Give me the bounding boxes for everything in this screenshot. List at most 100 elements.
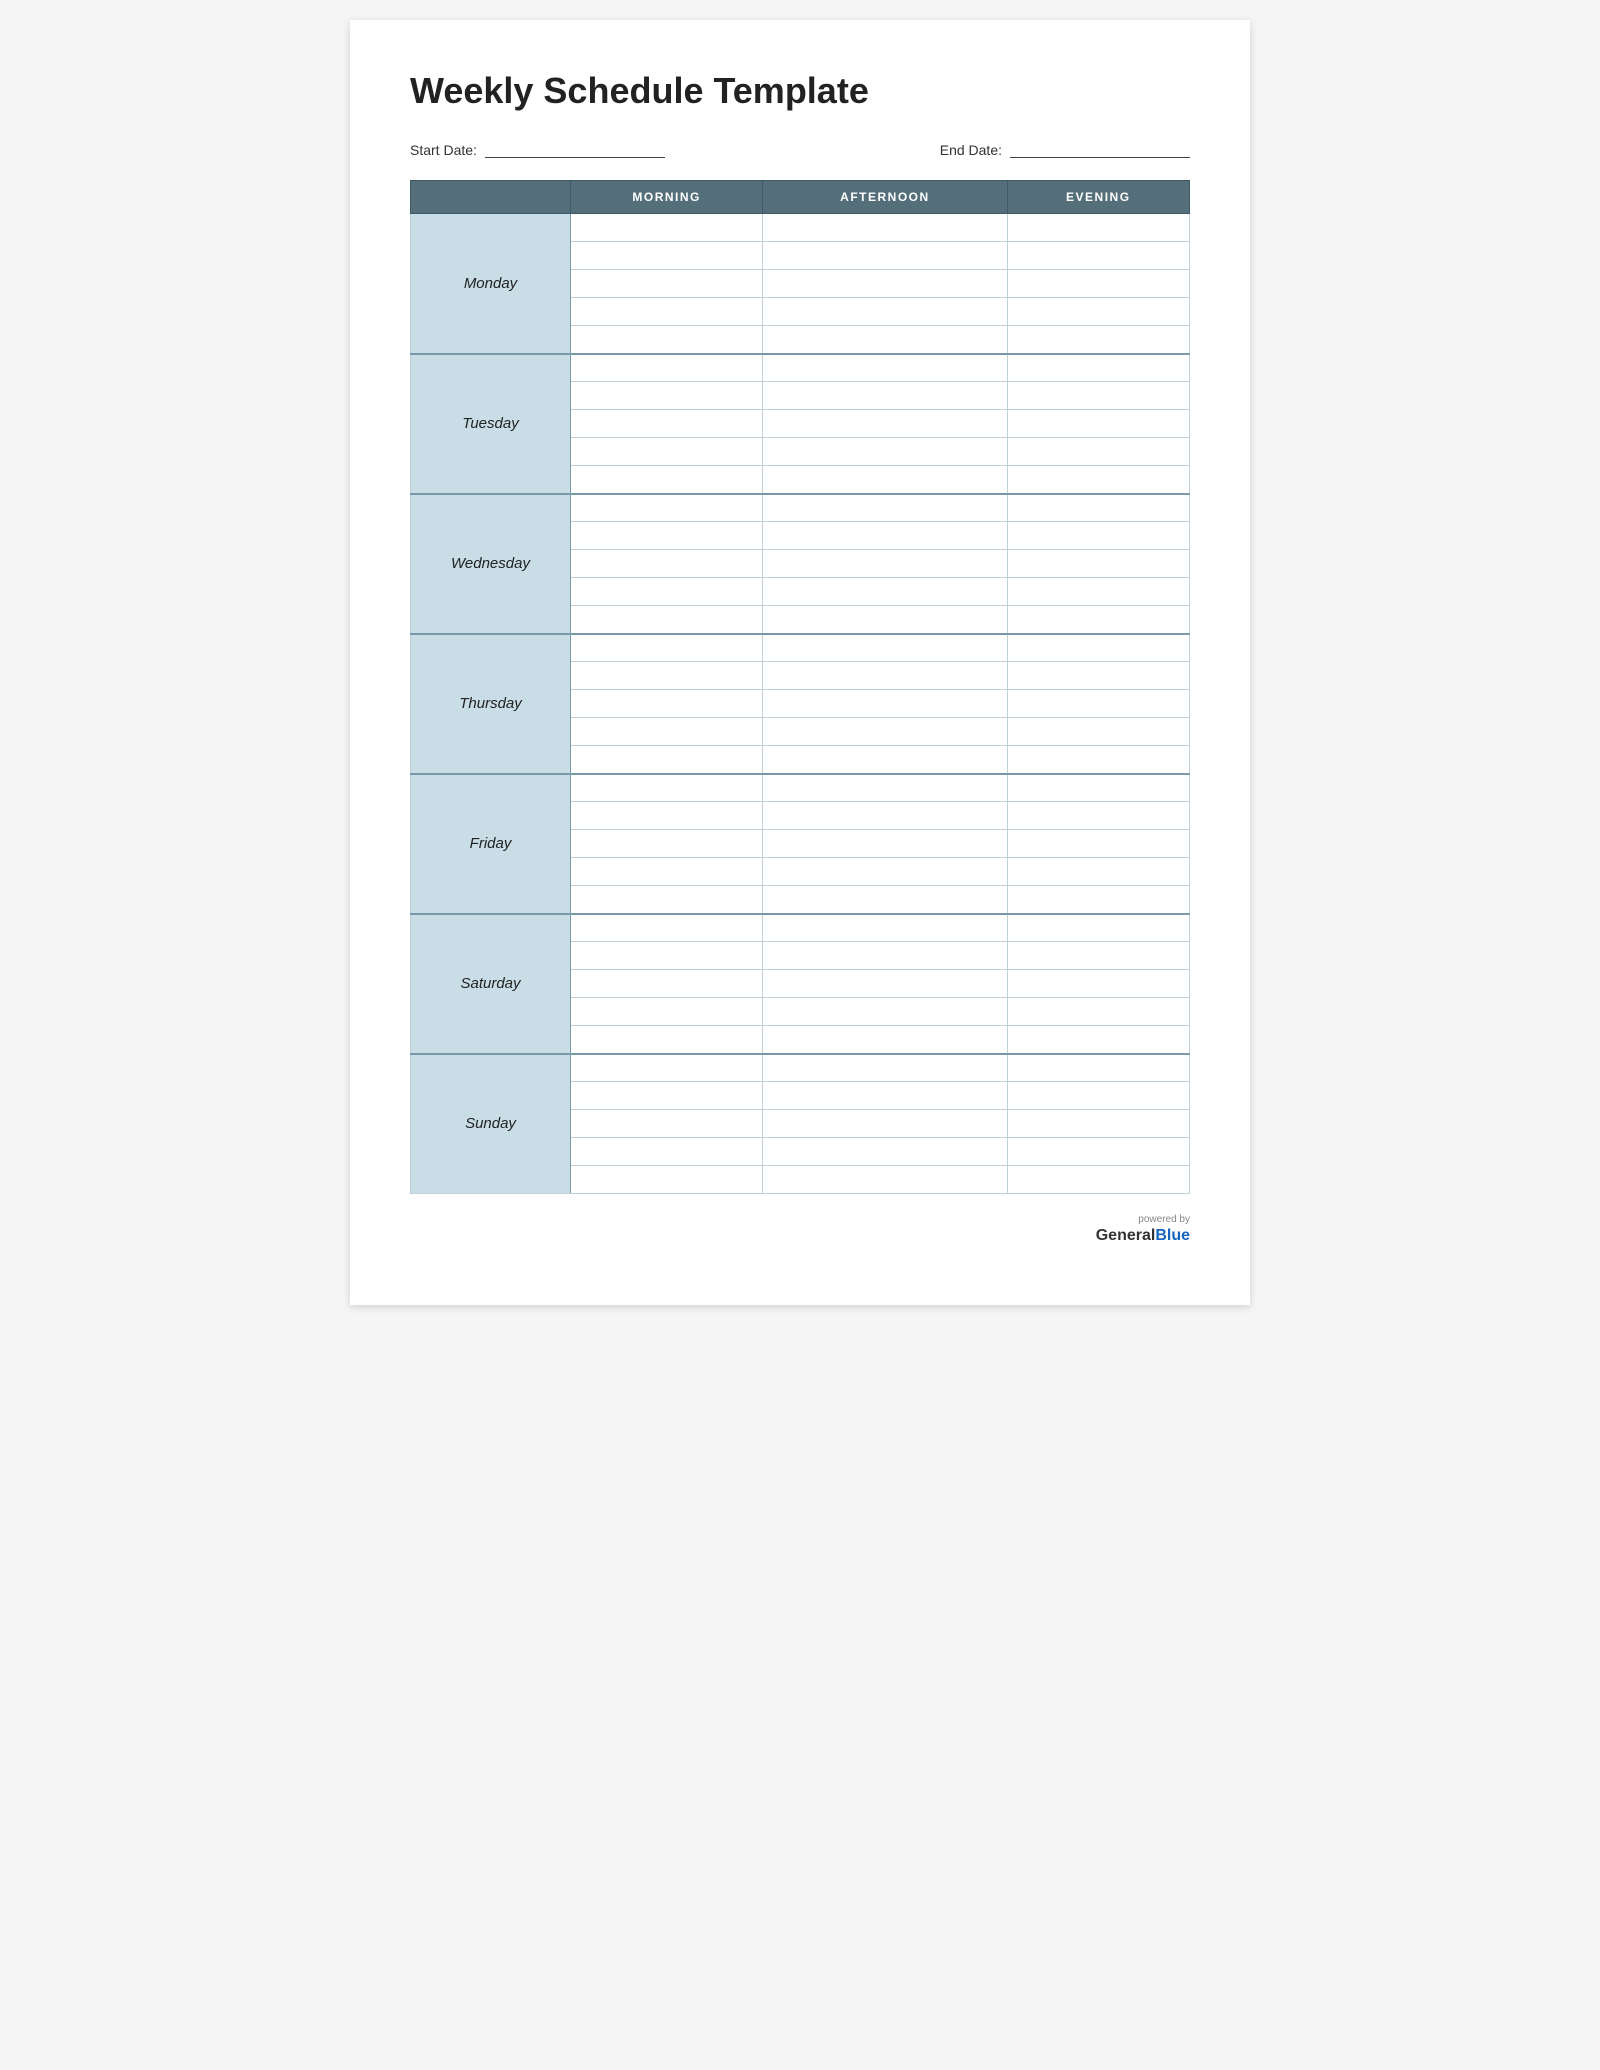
saturday-evening-row1[interactable] [1007,942,1189,970]
monday-evening-row3[interactable] [1007,298,1189,326]
monday-afternoon-row2[interactable] [763,270,1007,298]
friday-evening-row0[interactable] [1007,774,1189,802]
thursday-evening-row4[interactable] [1007,746,1189,774]
tuesday-morning-row4[interactable] [571,466,763,494]
thursday-morning-row3[interactable] [571,718,763,746]
saturday-morning-row2[interactable] [571,970,763,998]
monday-morning-row1[interactable] [571,242,763,270]
saturday-morning-row0[interactable] [571,914,763,942]
sunday-morning-row3[interactable] [571,1138,763,1166]
sunday-evening-row2[interactable] [1007,1110,1189,1138]
wednesday-afternoon-row0[interactable] [763,494,1007,522]
monday-afternoon-row0[interactable] [763,214,1007,242]
saturday-evening-row0[interactable] [1007,914,1189,942]
saturday-morning-row1[interactable] [571,942,763,970]
thursday-evening-row3[interactable] [1007,718,1189,746]
thursday-afternoon-row2[interactable] [763,690,1007,718]
tuesday-evening-row0[interactable] [1007,354,1189,382]
thursday-afternoon-row0[interactable] [763,634,1007,662]
friday-evening-row2[interactable] [1007,830,1189,858]
thursday-afternoon-row4[interactable] [763,746,1007,774]
saturday-afternoon-row3[interactable] [763,998,1007,1026]
saturday-morning-row3[interactable] [571,998,763,1026]
tuesday-afternoon-row3[interactable] [763,438,1007,466]
tuesday-evening-row4[interactable] [1007,466,1189,494]
thursday-morning-row1[interactable] [571,662,763,690]
tuesday-afternoon-row0[interactable] [763,354,1007,382]
saturday-afternoon-row1[interactable] [763,942,1007,970]
friday-afternoon-row4[interactable] [763,886,1007,914]
saturday-afternoon-row4[interactable] [763,1026,1007,1054]
thursday-afternoon-row1[interactable] [763,662,1007,690]
sunday-evening-row0[interactable] [1007,1054,1189,1082]
tuesday-evening-row2[interactable] [1007,410,1189,438]
saturday-afternoon-row2[interactable] [763,970,1007,998]
tuesday-evening-row1[interactable] [1007,382,1189,410]
wednesday-morning-row1[interactable] [571,522,763,550]
friday-evening-row3[interactable] [1007,858,1189,886]
sunday-morning-row4[interactable] [571,1166,763,1194]
thursday-afternoon-row3[interactable] [763,718,1007,746]
sunday-afternoon-row0[interactable] [763,1054,1007,1082]
monday-evening-row1[interactable] [1007,242,1189,270]
sunday-morning-row0[interactable] [571,1054,763,1082]
saturday-morning-row4[interactable] [571,1026,763,1054]
friday-afternoon-row3[interactable] [763,858,1007,886]
monday-morning-row4[interactable] [571,326,763,354]
friday-afternoon-row0[interactable] [763,774,1007,802]
friday-evening-row1[interactable] [1007,802,1189,830]
monday-evening-row2[interactable] [1007,270,1189,298]
sunday-morning-row2[interactable] [571,1110,763,1138]
wednesday-evening-row1[interactable] [1007,522,1189,550]
monday-evening-row4[interactable] [1007,326,1189,354]
start-date-line[interactable] [485,142,665,158]
sunday-afternoon-row3[interactable] [763,1138,1007,1166]
saturday-afternoon-row0[interactable] [763,914,1007,942]
sunday-evening-row1[interactable] [1007,1082,1189,1110]
friday-afternoon-row2[interactable] [763,830,1007,858]
thursday-evening-row0[interactable] [1007,634,1189,662]
tuesday-evening-row3[interactable] [1007,438,1189,466]
tuesday-morning-row3[interactable] [571,438,763,466]
monday-afternoon-row4[interactable] [763,326,1007,354]
friday-morning-row0[interactable] [571,774,763,802]
friday-morning-row4[interactable] [571,886,763,914]
wednesday-afternoon-row3[interactable] [763,578,1007,606]
tuesday-morning-row2[interactable] [571,410,763,438]
friday-evening-row4[interactable] [1007,886,1189,914]
sunday-morning-row1[interactable] [571,1082,763,1110]
wednesday-afternoon-row4[interactable] [763,606,1007,634]
thursday-morning-row2[interactable] [571,690,763,718]
monday-morning-row3[interactable] [571,298,763,326]
tuesday-morning-row0[interactable] [571,354,763,382]
sunday-afternoon-row4[interactable] [763,1166,1007,1194]
tuesday-afternoon-row2[interactable] [763,410,1007,438]
saturday-evening-row3[interactable] [1007,998,1189,1026]
wednesday-morning-row3[interactable] [571,578,763,606]
wednesday-evening-row3[interactable] [1007,578,1189,606]
friday-morning-row3[interactable] [571,858,763,886]
friday-morning-row2[interactable] [571,830,763,858]
tuesday-morning-row1[interactable] [571,382,763,410]
sunday-evening-row3[interactable] [1007,1138,1189,1166]
sunday-afternoon-row2[interactable] [763,1110,1007,1138]
friday-afternoon-row1[interactable] [763,802,1007,830]
sunday-evening-row4[interactable] [1007,1166,1189,1194]
sunday-afternoon-row1[interactable] [763,1082,1007,1110]
wednesday-evening-row2[interactable] [1007,550,1189,578]
monday-morning-row0[interactable] [571,214,763,242]
thursday-morning-row0[interactable] [571,634,763,662]
wednesday-morning-row4[interactable] [571,606,763,634]
wednesday-afternoon-row1[interactable] [763,522,1007,550]
monday-afternoon-row1[interactable] [763,242,1007,270]
thursday-morning-row4[interactable] [571,746,763,774]
thursday-evening-row1[interactable] [1007,662,1189,690]
saturday-evening-row2[interactable] [1007,970,1189,998]
tuesday-afternoon-row1[interactable] [763,382,1007,410]
wednesday-morning-row0[interactable] [571,494,763,522]
tuesday-afternoon-row4[interactable] [763,466,1007,494]
monday-afternoon-row3[interactable] [763,298,1007,326]
thursday-evening-row2[interactable] [1007,690,1189,718]
wednesday-afternoon-row2[interactable] [763,550,1007,578]
end-date-line[interactable] [1010,142,1190,158]
